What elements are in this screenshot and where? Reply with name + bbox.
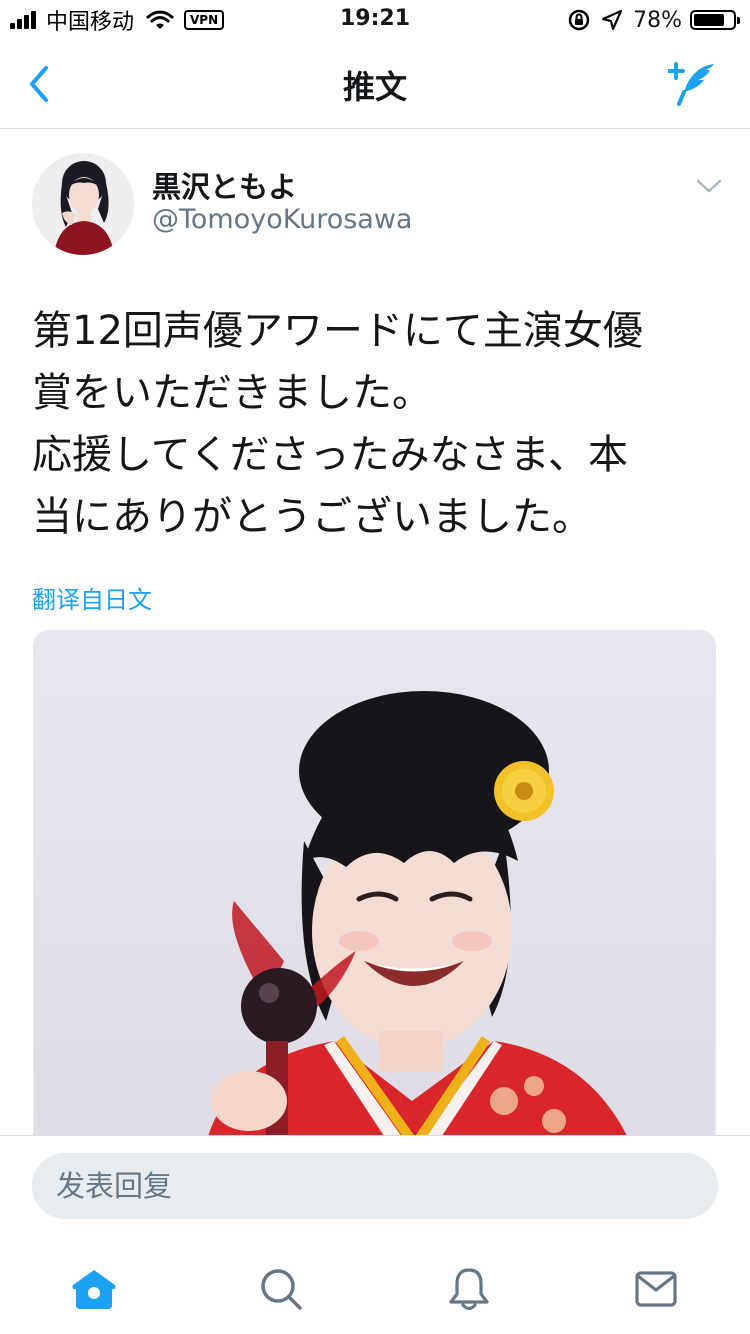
rotation-lock-icon (568, 9, 590, 31)
tweet-photo[interactable] (33, 630, 716, 1150)
status-bar: 中国移动 VPN 19:21 78% (0, 0, 750, 40)
tweet-text: 第12回声優アワードにて主演女優 賞をいただきました。 応援してくださったみなさ… (32, 308, 643, 540)
reply-input[interactable] (32, 1153, 718, 1219)
tab-notifications[interactable] (439, 1259, 499, 1319)
search-icon (261, 1269, 302, 1310)
tab-messages[interactable] (626, 1259, 686, 1319)
page-title: 推文 (342, 68, 407, 106)
tab-search[interactable] (251, 1259, 311, 1319)
user-handle[interactable]: @TomoyoKurosawa (152, 204, 412, 235)
display-name[interactable]: 黒沢ともよ (152, 164, 297, 206)
avatar[interactable] (32, 153, 134, 255)
battery-percentage: 78% (633, 7, 682, 33)
location-icon (601, 9, 623, 31)
bell-icon (449, 1268, 489, 1311)
reply-bar (0, 1135, 750, 1246)
tab-home[interactable] (64, 1259, 124, 1319)
home-icon (72, 1270, 116, 1309)
translate-link[interactable]: 翻译自日文 (32, 580, 152, 615)
battery-icon (690, 10, 740, 30)
mail-icon (635, 1271, 677, 1307)
chevron-down-icon[interactable] (696, 176, 722, 196)
compose-tweet-icon[interactable] (668, 60, 720, 108)
nav-bar: 推文 (0, 40, 750, 129)
tab-bar (0, 1245, 750, 1334)
